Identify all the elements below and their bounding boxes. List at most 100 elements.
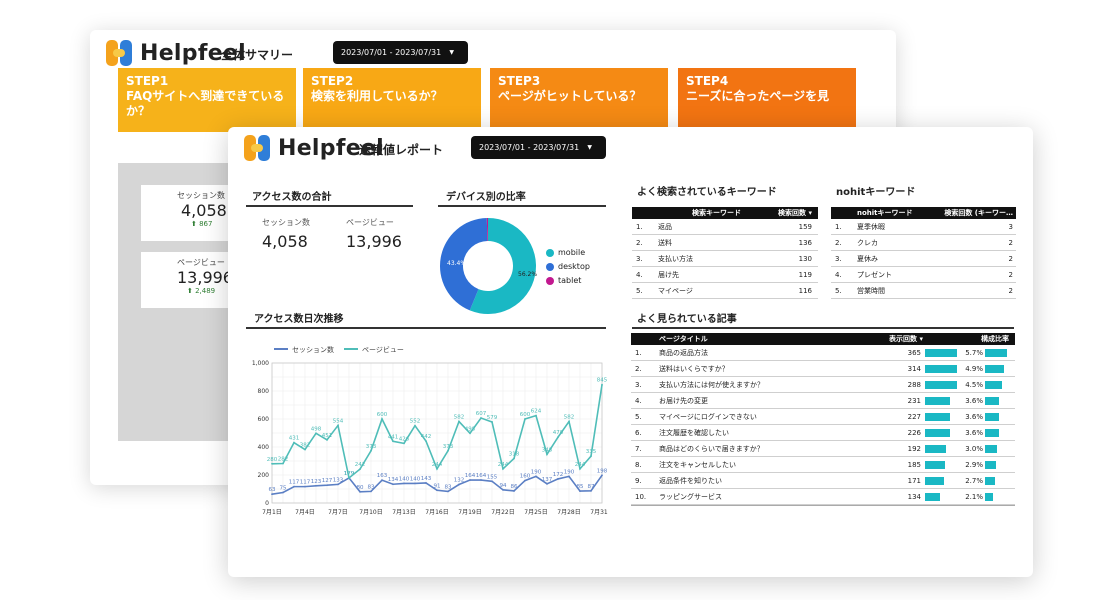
data-point[interactable] [293,485,295,488]
article-title[interactable]: ラッピングサービス [659,492,865,502]
data-point[interactable] [502,467,504,470]
data-point[interactable] [436,467,438,470]
article-title[interactable]: マイページにログインできない [659,412,865,422]
data-point[interactable] [282,491,284,494]
article-row[interactable]: 6. 注文履歴を確認したい 226 3.6% [631,425,1015,441]
data-point[interactable] [480,479,482,481]
count-column-header[interactable]: 検索回数 ▾ [768,208,812,218]
data-point[interactable] [348,477,350,479]
nohit-keyword-column-header[interactable]: nohitキーワード [857,208,937,218]
data-point[interactable] [568,420,570,423]
data-point[interactable] [403,482,405,485]
data-point[interactable] [579,467,581,470]
data-point[interactable] [546,453,548,456]
data-point[interactable] [271,493,273,496]
data-point[interactable] [502,488,504,491]
article-title[interactable]: 商品の返品方法 [659,348,865,358]
data-point[interactable] [414,482,416,485]
data-point[interactable] [535,414,537,417]
article-row[interactable]: 5. マイページにログインできない 227 3.6% [631,409,1015,425]
data-point[interactable] [480,417,482,419]
nohit-row[interactable]: 4. プレゼント 2 [831,267,1016,283]
nohit-row[interactable]: 1. 夏季休暇 3 [831,219,1016,235]
nohit-row[interactable]: 5. 営業時間 2 [831,283,1016,299]
data-point[interactable] [392,483,394,486]
data-point[interactable] [392,440,394,443]
keywords-row[interactable]: 3. 支払い方法 130 [632,251,818,267]
data-point[interactable] [315,484,317,487]
data-point[interactable] [557,478,559,480]
data-point[interactable] [535,475,537,478]
data-point[interactable] [315,432,317,435]
views-column-header[interactable]: 表示回数 ▾ [865,334,923,344]
data-point[interactable] [447,449,449,452]
data-point[interactable] [469,479,471,481]
article-title[interactable]: 返品条件を知りたい [659,476,865,486]
data-point[interactable] [381,479,383,482]
article-row[interactable]: 4. お届け先の変更 231 3.6% [631,393,1015,409]
legend-tablet[interactable]: tablet [546,276,581,285]
data-point[interactable] [359,490,361,493]
keywords-row[interactable]: 4. 届け先 119 [632,267,818,283]
data-point[interactable] [491,421,493,423]
ratio-column-header[interactable]: 構成比率 [923,334,1009,344]
data-point[interactable] [469,432,471,435]
nohit-row[interactable]: 3. 夏休み 2 [831,251,1016,267]
data-point[interactable] [557,436,559,439]
report-date-range-selector[interactable]: 2023/07/01 - 2023/07/31 ▼ [471,136,606,159]
data-point[interactable] [359,468,361,471]
data-point[interactable] [436,489,438,492]
article-row[interactable]: 1. 商品の返品方法 365 5.7% [631,345,1015,361]
data-point[interactable] [337,424,339,427]
article-title[interactable]: 注文履歴を確認したい [659,428,865,438]
data-point[interactable] [293,441,295,444]
data-point[interactable] [337,483,339,486]
article-row[interactable]: 8. 注文をキャンセルしたい 185 2.9% [631,457,1015,473]
keywords-row[interactable]: 2. 送料 136 [632,235,818,251]
data-point[interactable] [579,490,581,492]
article-row[interactable]: 7. 商品はどのくらいで届きますか？ 192 3.0% [631,441,1015,457]
article-row[interactable]: 3. 支払い方法には何が使えますか？ 288 4.5% [631,377,1015,393]
data-point[interactable] [370,449,372,452]
article-title[interactable]: 支払い方法には何が使えますか？ [659,380,865,390]
data-point[interactable] [458,420,460,423]
data-point[interactable] [513,457,515,460]
data-point[interactable] [568,475,570,478]
data-point[interactable] [425,440,427,443]
data-point[interactable] [524,418,526,420]
summary-date-range-selector[interactable]: 2023/07/01 - 2023/07/31 ▼ [333,41,468,64]
data-point[interactable] [326,484,328,487]
data-point[interactable] [513,490,515,492]
article-row[interactable]: 2. 送料はいくらですか？ 314 4.9% [631,361,1015,377]
article-row[interactable]: 9. 返品条件を知りたい 171 2.7% [631,473,1015,489]
data-point[interactable] [282,462,284,465]
nohit-count-column-header[interactable]: 検索回数 (キーワー… [937,208,1013,218]
nohit-row[interactable]: 2. クレカ 2 [831,235,1016,251]
data-point[interactable] [458,483,460,486]
data-point[interactable] [381,418,383,420]
data-point[interactable] [304,485,306,488]
article-title[interactable]: 商品はどのくらいで届きますか？ [659,444,865,454]
page-title-column-header[interactable]: ページタイトル [659,334,865,344]
data-point[interactable] [491,480,493,483]
keywords-row[interactable]: 1. 返品 159 [632,219,818,235]
data-point[interactable] [370,490,372,493]
data-point[interactable] [304,448,306,451]
article-title[interactable]: お届け先の変更 [659,396,865,406]
data-point[interactable] [601,474,603,477]
data-point[interactable] [524,479,526,482]
keyword-column-header[interactable]: 検索キーワード [692,208,768,218]
data-point[interactable] [590,489,592,492]
keywords-row[interactable]: 5. マイページ 116 [632,283,818,299]
data-point[interactable] [425,482,427,484]
data-point[interactable] [403,442,405,445]
data-point[interactable] [326,438,328,441]
data-point[interactable] [414,424,416,427]
data-point[interactable] [601,383,603,386]
article-title[interactable]: 注文をキャンセルしたい [659,460,865,470]
data-point[interactable] [590,455,592,457]
legend-mobile[interactable]: mobile [546,248,585,257]
article-row[interactable]: 10. ラッピングサービス 134 2.1% [631,489,1015,505]
article-title[interactable]: 送料はいくらですか？ [659,364,865,374]
legend-desktop[interactable]: desktop [546,262,590,271]
